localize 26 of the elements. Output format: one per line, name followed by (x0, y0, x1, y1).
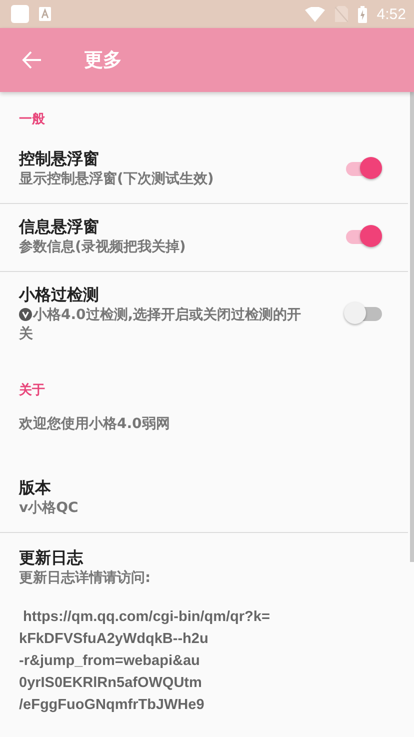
setting-title: 控制悬浮窗 (19, 148, 100, 170)
scrollbar[interactable] (410, 92, 414, 562)
setting-summary: 小格4.0过检测,选择开启或关闭过检测的开关 (19, 306, 302, 344)
setting-title: 版本 (19, 477, 52, 499)
url-text: /eFggFuoGNqmfrTbJWHe9 (19, 697, 204, 713)
status-time: 4:52 (376, 6, 406, 22)
url-text: https://qm.qq.com/cgi-bin/qm/qr?k= (22, 609, 270, 625)
wifi-icon (304, 6, 325, 22)
setting-title: 信息悬浮窗 (19, 216, 100, 238)
back-button[interactable] (22, 51, 42, 69)
battery-charging-icon (358, 6, 367, 22)
setting-title: 小格过检测 (19, 284, 100, 306)
keyboard-a-icon (39, 7, 51, 21)
url-text: -r&jump_from=webapi&au (19, 653, 200, 669)
app-notification-icon (11, 5, 29, 23)
app-bar-title: 更多 (84, 48, 122, 73)
section-header: 关于 (18, 382, 46, 400)
setting-summary: 参数信息(录视频把我关掉) (19, 238, 187, 257)
section-header: 一般 (18, 111, 46, 129)
setting-summary: 显示控制悬浮窗(下次测试生效) (19, 170, 215, 189)
url-text: kFkDFVSfuA2yWdqkB--h2u (19, 631, 208, 647)
setting-title: 更新日志 (19, 547, 84, 569)
url-text: 0yrIS0EKRlRn5afOWQUtm (19, 675, 202, 691)
setting-summary: v小格QC (19, 499, 80, 518)
setting-summary: 更新日志详情请访问: (19, 569, 152, 588)
setting-summary: 欢迎您使用小格4.0弱网 (19, 415, 171, 434)
